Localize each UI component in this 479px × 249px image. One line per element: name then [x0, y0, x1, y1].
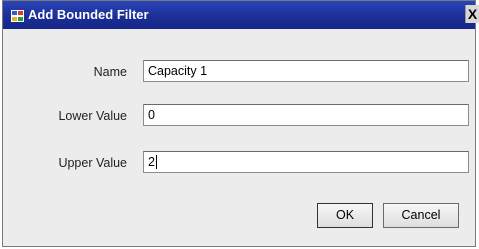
text-caret — [155, 155, 157, 169]
lower-value-field-value: 0 — [148, 108, 155, 122]
upper-value-field[interactable]: 2 — [143, 151, 469, 173]
name-label: Name — [93, 65, 127, 79]
name-field-value: Capacity 1 — [148, 64, 208, 78]
close-button[interactable]: X — [465, 5, 479, 23]
add-bounded-filter-dialog: Add Bounded Filter X Name Capacity 1 Low… — [2, 0, 479, 247]
title-bar[interactable]: Add Bounded Filter X — [3, 1, 479, 29]
lower-value-label: Lower Value — [58, 109, 127, 123]
cancel-button[interactable]: Cancel — [383, 203, 459, 228]
lower-value-field[interactable]: 0 — [143, 104, 469, 126]
upper-value-label: Upper Value — [58, 156, 127, 170]
ok-button[interactable]: OK — [317, 203, 373, 228]
upper-value-field-value: 2 — [148, 155, 155, 169]
name-field[interactable]: Capacity 1 — [143, 60, 469, 82]
dialog-title: Add Bounded Filter — [28, 7, 149, 22]
app-icon — [11, 10, 24, 22]
